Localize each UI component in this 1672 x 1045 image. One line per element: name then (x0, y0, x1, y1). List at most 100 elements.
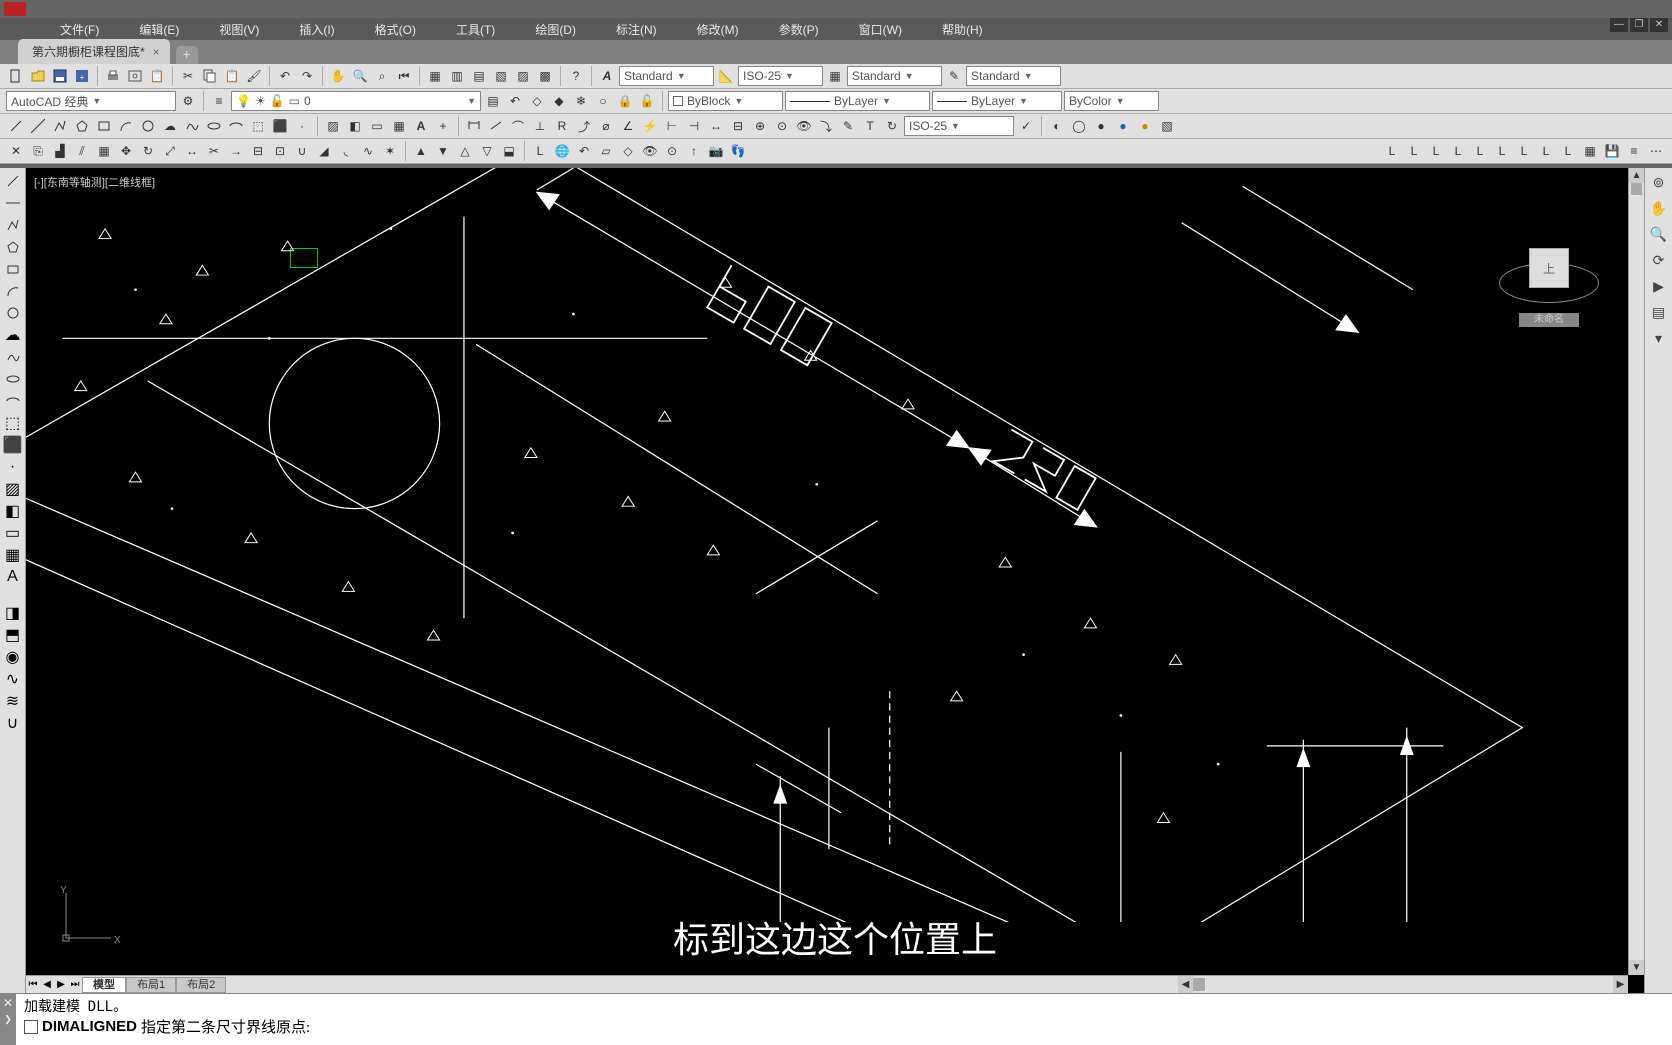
h-scroll-thumb[interactable] (1193, 978, 1205, 991)
region-icon[interactable]: ▭ (367, 116, 387, 136)
layer-manager-icon[interactable]: ≡ (209, 91, 229, 111)
palette-arc-icon[interactable] (4, 282, 22, 300)
tab-layout2[interactable]: 布局2 (176, 977, 226, 993)
new-tab-button[interactable]: + (176, 46, 198, 64)
ucs-icon[interactable]: L (530, 141, 550, 161)
palette-gradient-icon[interactable]: ◧ (4, 502, 22, 520)
tabs-next-icon[interactable]: ▶ (54, 979, 68, 990)
ucs-apply-icon[interactable]: L (1492, 141, 1512, 161)
command-prompt[interactable]: DIMALIGNED 指定第二条尺寸界线原点: (24, 1016, 1666, 1037)
paste-icon[interactable]: 📋 (222, 66, 242, 86)
circle-icon[interactable] (138, 116, 158, 136)
realistic-icon[interactable]: ● (1113, 116, 1133, 136)
draworder-front-icon[interactable]: ▲ (411, 141, 431, 161)
ucs-origin-icon[interactable]: ⊙ (662, 141, 682, 161)
draworder-under-icon[interactable]: ▽ (477, 141, 497, 161)
layer-states-icon[interactable]: ▤ (483, 91, 503, 111)
tabs-first-icon[interactable]: ⏮ (26, 979, 40, 990)
arc-icon[interactable] (116, 116, 136, 136)
lineweight-dropdown[interactable]: ByLayer▼ (932, 91, 1062, 111)
join-icon[interactable]: ∪ (292, 141, 312, 161)
menu-window[interactable]: 窗口(W) (839, 18, 922, 41)
tabs-prev-icon[interactable]: ◀ (40, 979, 54, 990)
palette-point-icon[interactable]: · (4, 458, 22, 476)
view-cube[interactable]: 上 未命名 (1494, 218, 1604, 328)
menu-draw[interactable]: 绘图(D) (515, 18, 596, 41)
shaded-icon[interactable]: ▧ (1157, 116, 1177, 136)
dim-edit-icon[interactable]: ✎ (838, 116, 858, 136)
menu-view[interactable]: 视图(V) (199, 18, 279, 41)
tab-model[interactable]: 模型 (82, 977, 126, 993)
tab-close-icon[interactable]: × (153, 45, 160, 59)
layer-dropdown[interactable]: 💡 ☀ 🔓 ▭ 0 ▼ (231, 91, 481, 111)
mleaderstyle-icon[interactable]: ✎ (944, 66, 964, 86)
linetype-dropdown[interactable]: ByLayer▼ (785, 91, 930, 111)
nav-toggle-icon[interactable]: ▤ (1649, 302, 1669, 322)
tablestyle-icon[interactable]: ▦ (825, 66, 845, 86)
table-style-dropdown[interactable]: Standard▼ (847, 66, 942, 86)
plotstyle-dropdown[interactable]: ByColor▼ (1064, 91, 1159, 111)
ucs-rotate-y-icon[interactable]: L (1536, 141, 1556, 161)
dim-continue-icon[interactable]: ⊣ (684, 116, 704, 136)
ellipse-arc-icon[interactable] (226, 116, 246, 136)
menu-modify[interactable]: 修改(M) (677, 18, 759, 41)
palette-revolve-icon[interactable]: ◉ (4, 648, 22, 666)
rotate-icon[interactable]: ↻ (138, 141, 158, 161)
saveas-icon[interactable]: + (72, 66, 92, 86)
menu-file[interactable]: 文件(F) (40, 18, 119, 41)
palette-hatch-icon[interactable]: ▨ (4, 480, 22, 498)
dim-ordinate-icon[interactable]: ⊥ (530, 116, 550, 136)
ucs-z-icon[interactable]: L (1426, 141, 1446, 161)
dim-break-icon[interactable]: ⊟ (728, 116, 748, 136)
layer-unisolate-icon[interactable]: ◆ (549, 91, 569, 111)
draworder-back-icon[interactable]: ▼ (433, 141, 453, 161)
palette-extrude-icon[interactable]: ⬒ (4, 626, 22, 644)
steering-wheel-icon[interactable]: ⊚ (1649, 172, 1669, 192)
erase-icon[interactable]: ✕ (6, 141, 26, 161)
trim-icon[interactable]: ✂ (204, 141, 224, 161)
sheet-set-icon[interactable]: ▧ (491, 66, 511, 86)
addselected-icon[interactable]: + (433, 116, 453, 136)
mirror-icon[interactable]: ▟ (50, 141, 70, 161)
palette-ellipse-arc-icon[interactable] (4, 392, 22, 410)
dim-tedit-icon[interactable]: T (860, 116, 880, 136)
menu-help[interactable]: 帮助(H) (922, 18, 1003, 41)
spline-icon[interactable] (182, 116, 202, 136)
save-icon[interactable] (50, 66, 70, 86)
dim-baseline-icon[interactable]: ⊢ (662, 116, 682, 136)
palette-spline-icon[interactable] (4, 348, 22, 366)
nav-expand-icon[interactable]: ▾ (1649, 328, 1669, 348)
scale-icon[interactable]: ⤢ (160, 141, 180, 161)
palette-table-icon[interactable]: ▦ (4, 546, 22, 564)
text-style-dropdown[interactable]: Standard▼ (619, 66, 714, 86)
ucs-view-icon[interactable]: 👁 (640, 141, 660, 161)
vertical-scrollbar[interactable]: ▲ ▼ (1628, 168, 1644, 975)
copy-icon[interactable] (200, 66, 220, 86)
palette-ellipse-icon[interactable] (4, 370, 22, 388)
rectangle-icon[interactable] (94, 116, 114, 136)
fillet-icon[interactable]: ◟ (336, 141, 356, 161)
close-window-button[interactable]: ✕ (1650, 18, 1668, 32)
color-dropdown[interactable]: ByBlock▼ (668, 91, 783, 111)
palette-revcloud-icon[interactable]: ☁ (4, 326, 22, 344)
layer-isolate-icon[interactable]: ◇ (527, 91, 547, 111)
palette-mtext-icon[interactable]: A (4, 568, 22, 586)
layer-freeze-button-icon[interactable]: ❄ (571, 91, 591, 111)
inspection-icon[interactable]: 👁 (794, 116, 814, 136)
textstyle-icon[interactable]: A (597, 66, 617, 86)
match-properties-icon[interactable]: 🖌 (244, 66, 264, 86)
zoom-tool-icon[interactable]: 🔍 (1649, 224, 1669, 244)
tolerance-icon[interactable]: ⊕ (750, 116, 770, 136)
cut-icon[interactable]: ✂ (178, 66, 198, 86)
ucs-y-icon[interactable]: L (1404, 141, 1424, 161)
minimize-button[interactable]: — (1610, 18, 1628, 32)
ucs-named-icon[interactable]: L (1470, 141, 1490, 161)
palette-rectangle-icon[interactable] (4, 260, 22, 278)
scroll-down-icon[interactable]: ▼ (1629, 960, 1644, 975)
move-icon[interactable]: ✥ (116, 141, 136, 161)
ucs-rotate-z-icon[interactable]: L (1558, 141, 1578, 161)
ucs-list-icon[interactable]: ≡ (1624, 141, 1644, 161)
dim-style-dropdown-2[interactable]: ISO-25▼ (904, 116, 1014, 136)
h-scroll-left-icon[interactable]: ◀ (1178, 976, 1193, 994)
ucs-x-icon[interactable]: L (1382, 141, 1402, 161)
